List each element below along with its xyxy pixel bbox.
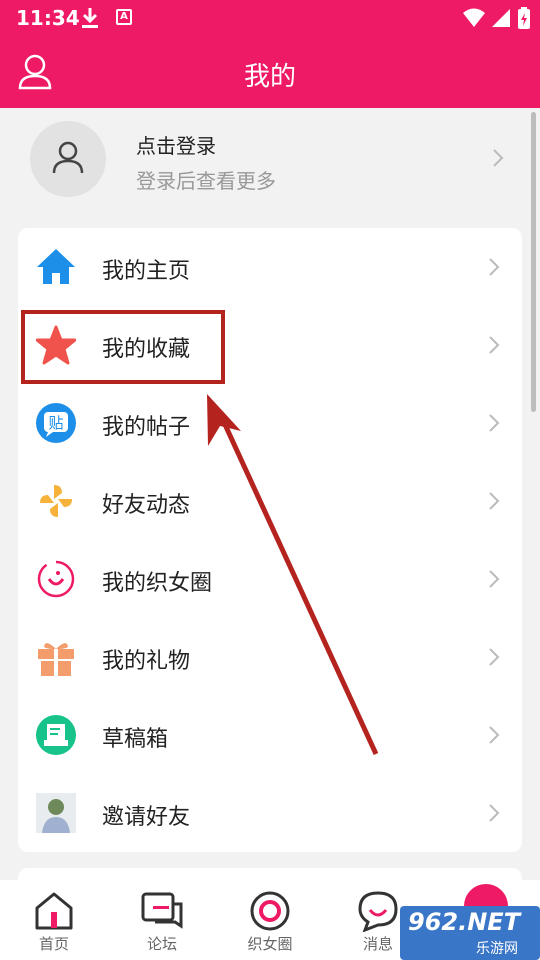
menu-item-invite[interactable]: 邀请好友 — [18, 774, 522, 852]
post-icon: 贴 — [36, 403, 76, 443]
chevron-right-icon — [489, 258, 500, 276]
download-icon — [82, 8, 98, 28]
status-time: 11:34 — [16, 6, 80, 30]
login-title: 点击登录 — [136, 134, 216, 158]
circle-tab-icon — [250, 891, 290, 931]
status-bar: 11:34 A — [0, 0, 540, 36]
home-icon — [37, 249, 75, 284]
forum-tab-icon — [141, 892, 183, 929]
menu-item-label: 草稿箱 — [102, 727, 169, 752]
page-title: 我的 — [243, 62, 296, 92]
menu-item-drafts[interactable]: 草稿箱 — [18, 696, 522, 774]
scrollbar[interactable] — [531, 112, 536, 412]
login-subtitle: 登录后查看更多 — [136, 169, 276, 193]
tab-label: 首页 — [38, 935, 69, 953]
person-icon — [52, 141, 84, 174]
battery-icon — [518, 7, 530, 29]
chevron-right-icon — [493, 149, 504, 167]
tab-circle[interactable]: 织女圈 — [216, 880, 324, 960]
menu-item-label: 邀请好友 — [102, 805, 191, 830]
chevron-right-icon — [489, 336, 500, 354]
avatar[interactable] — [30, 121, 106, 197]
menu-item-label: 我的帖子 — [102, 415, 191, 440]
chevron-right-icon — [489, 804, 500, 822]
tab-label: 论坛 — [146, 935, 177, 953]
highlight-box — [21, 310, 225, 384]
tab-label: 织女圈 — [247, 935, 293, 953]
chevron-right-icon — [489, 570, 500, 588]
draft-icon — [36, 715, 76, 755]
menu-item-gifts[interactable]: 我的礼物 — [18, 618, 522, 696]
menu-item-label: 我的礼物 — [102, 649, 191, 674]
message-tab-icon — [358, 891, 398, 932]
svg-text:贴: 贴 — [48, 414, 63, 432]
chevron-right-icon — [489, 492, 500, 510]
chevron-right-icon — [489, 414, 500, 432]
watermark-site: 乐游网 — [476, 941, 518, 957]
login-row[interactable]: 点击登录 登录后查看更多 — [0, 108, 540, 210]
watermark-brand: 962.NET — [408, 908, 521, 936]
menu-item-label: 我的织女圈 — [102, 571, 213, 596]
menu-item-label: 我的主页 — [102, 259, 191, 284]
watermark: 962.NET 乐游网 — [400, 906, 540, 960]
keyboard-icon: A — [116, 9, 132, 25]
tab-home[interactable]: 首页 — [0, 880, 108, 960]
menu-item-friend-feed[interactable]: 好友动态 — [18, 462, 522, 540]
app-bar: 我的 — [0, 36, 540, 108]
gift-icon — [38, 643, 74, 676]
signal-icon — [492, 9, 510, 27]
invite-avatar — [36, 793, 76, 833]
wifi-icon — [463, 8, 485, 27]
circle-icon — [37, 560, 75, 598]
menu-item-posts[interactable]: 贴 我的帖子 — [18, 384, 522, 462]
home-tab-icon — [35, 892, 73, 930]
chevron-right-icon — [489, 726, 500, 744]
menu-item-homepage[interactable]: 我的主页 — [18, 228, 522, 306]
tab-forum[interactable]: 论坛 — [108, 880, 216, 960]
menu-item-circle[interactable]: 我的织女圈 — [18, 540, 522, 618]
chevron-right-icon — [489, 648, 500, 666]
menu-item-label: 好友动态 — [102, 493, 191, 518]
pinwheel-icon — [40, 485, 72, 517]
